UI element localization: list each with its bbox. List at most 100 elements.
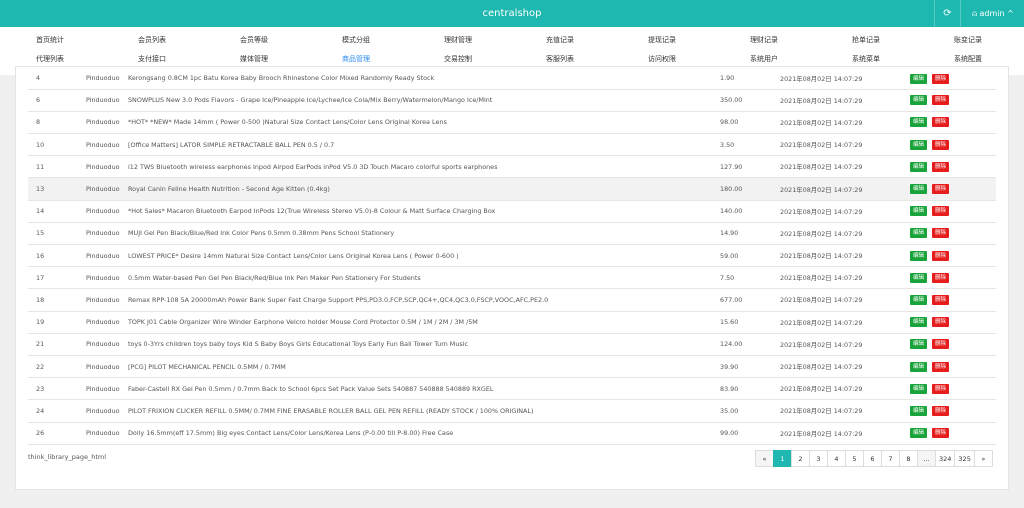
edit-button[interactable]: 编辑 (910, 95, 928, 106)
row-source: Pinduoduo (86, 429, 120, 438)
delete-button[interactable]: 删除 (932, 405, 950, 416)
edit-button[interactable]: 编辑 (910, 383, 928, 394)
user-menu[interactable]: ⍝ admin ^ (962, 0, 1024, 27)
delete-button[interactable]: 删除 (932, 361, 950, 372)
page-button[interactable]: 1 (773, 450, 792, 467)
row-title: Kerongsang 0.8CM 1pc Batu Korea Baby Bro… (128, 74, 435, 82)
nav-item[interactable]: 访问权限 (648, 51, 748, 67)
nav-item[interactable]: 系统配置 (954, 51, 1024, 67)
page-button[interactable]: 7 (881, 450, 900, 467)
row-time: 2021年08月02日 14:07:29 (780, 340, 863, 349)
row-id: 10 (36, 140, 45, 149)
nav-item[interactable]: 会员等级 (240, 32, 340, 48)
delete-button[interactable]: 删除 (932, 74, 950, 84)
table-row: 26 Pinduoduo Dolly 16.5mm(eff 17.5mm) Big … (28, 422, 996, 445)
page-ellipsis: ... (917, 450, 936, 467)
nav-item[interactable]: 模式分组 (342, 32, 442, 48)
nav-item[interactable]: 商品管理 (342, 51, 442, 67)
edit-button[interactable]: 编辑 (910, 428, 928, 439)
edit-button[interactable]: 编辑 (910, 294, 928, 305)
page-button[interactable]: 325 (954, 450, 975, 467)
row-actions: 编辑 删除 (910, 245, 996, 267)
nav-item[interactable]: 代理列表 (36, 51, 136, 67)
nav-item[interactable]: 交易控制 (444, 51, 544, 67)
page-button[interactable]: 2 (791, 450, 810, 467)
footer-text: think_library_page_html (28, 453, 107, 461)
delete-button[interactable]: 删除 (932, 250, 950, 261)
delete-button[interactable]: 删除 (932, 272, 950, 283)
row-time: 2021年08月02日 14:07:29 (780, 385, 863, 394)
edit-button[interactable]: 编辑 (910, 139, 928, 150)
row-actions: 编辑 删除 (910, 311, 996, 333)
nav-item[interactable]: 充值记录 (546, 32, 646, 48)
nav-item[interactable]: 提现记录 (648, 32, 748, 48)
edit-button[interactable]: 编辑 (910, 405, 928, 416)
nav-item[interactable]: 媒体管理 (240, 51, 340, 67)
edit-button[interactable]: 编辑 (910, 206, 928, 217)
delete-button[interactable]: 删除 (932, 428, 950, 439)
delete-button[interactable]: 删除 (932, 294, 950, 305)
row-source: Pinduoduo (86, 318, 120, 327)
row-title: [Office Matters] LATOR SIMPLE RETRACTABL… (128, 140, 335, 149)
row-actions: 编辑 删除 (910, 178, 996, 200)
edit-button[interactable]: 编辑 (910, 317, 928, 328)
edit-button[interactable]: 编辑 (910, 250, 928, 261)
delete-button[interactable]: 删除 (932, 228, 950, 239)
delete-button[interactable]: 删除 (932, 206, 950, 217)
delete-button[interactable]: 删除 (932, 117, 950, 128)
delete-button[interactable]: 删除 (932, 317, 950, 328)
page-button[interactable]: 3 (809, 450, 828, 467)
edit-button[interactable]: 编辑 (910, 361, 928, 372)
row-title: PILOT FRIXION CLICKER REFILL 0.5MM/ 0.7M… (128, 406, 534, 415)
row-price: 7.50 (720, 273, 735, 282)
table-row: 19 Pinduoduo TOPK J01 Cable Organizer Wire… (28, 311, 996, 334)
nav-item[interactable]: 系统菜单 (852, 51, 952, 67)
delete-button[interactable]: 删除 (932, 184, 950, 195)
nav-item[interactable]: 会员列表 (138, 32, 238, 48)
user-name: admin (979, 9, 1005, 18)
prev-page-button[interactable]: « (755, 450, 774, 467)
delete-button[interactable]: 删除 (932, 95, 950, 106)
nav-item[interactable]: 系统用户 (750, 51, 850, 67)
row-time: 2021年08月02日 14:07:29 (780, 141, 863, 150)
row-id: 19 (36, 318, 45, 327)
nav-item[interactable]: 支付接口 (138, 51, 238, 67)
edit-button[interactable]: 编辑 (910, 339, 928, 350)
delete-button[interactable]: 删除 (932, 161, 950, 172)
edit-button[interactable]: 编辑 (910, 272, 928, 283)
row-source: Pinduoduo (86, 251, 120, 260)
nav-item[interactable]: 理财记录 (750, 32, 850, 48)
delete-button[interactable]: 删除 (932, 383, 950, 394)
nav-item[interactable]: 理财管理 (444, 32, 544, 48)
edit-button[interactable]: 编辑 (910, 228, 928, 239)
app-title: centralshop (482, 8, 542, 19)
edit-button[interactable]: 编辑 (910, 184, 928, 195)
page-button[interactable]: 324 (935, 450, 956, 467)
row-price: 3.50 (720, 140, 735, 149)
edit-button[interactable]: 编辑 (910, 117, 928, 128)
row-actions: 编辑 删除 (910, 222, 996, 244)
edit-button[interactable]: 编辑 (910, 161, 928, 172)
delete-button[interactable]: 删除 (932, 139, 950, 150)
row-actions: 编辑 删除 (910, 400, 996, 422)
nav-item[interactable]: 首页统计 (36, 32, 136, 48)
row-source: Pinduoduo (86, 74, 120, 82)
table-row: 4 Pinduoduo Kerongsang 0.8CM 1pc Batu Kore… (28, 67, 996, 90)
row-time: 2021年08月02日 14:07:29 (780, 363, 863, 372)
row-price: 677.00 (720, 295, 743, 304)
next-page-button[interactable]: » (973, 450, 993, 467)
page-button[interactable]: 6 (863, 450, 882, 467)
page-button[interactable]: 8 (899, 450, 918, 467)
page-button[interactable]: 4 (827, 450, 846, 467)
nav-item[interactable]: 客服列表 (546, 51, 646, 67)
edit-button[interactable]: 编辑 (910, 74, 928, 84)
refresh-button[interactable]: ⟳ (934, 0, 961, 27)
nav-item[interactable]: 账变记录 (954, 32, 1024, 48)
delete-button[interactable]: 删除 (932, 339, 950, 350)
row-time: 2021年08月02日 14:07:29 (780, 407, 863, 416)
page-button[interactable]: 5 (845, 450, 864, 467)
row-time: 2021年08月02日 14:07:29 (780, 96, 863, 105)
row-id: 11 (36, 162, 45, 171)
nav-item[interactable]: 抢单记录 (852, 32, 952, 48)
row-price: 1.90 (720, 74, 735, 82)
